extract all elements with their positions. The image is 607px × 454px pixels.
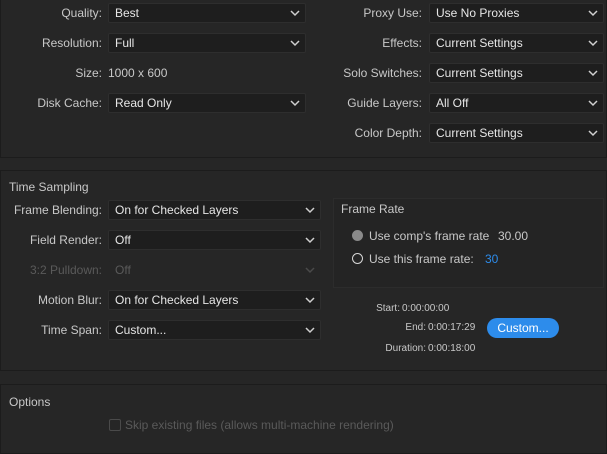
- skip-existing-label: Skip existing files (allows multi-machin…: [125, 418, 394, 432]
- start-label: Start:: [376, 303, 400, 314]
- resolution-dropdown[interactable]: Full: [108, 33, 306, 53]
- motion-blur-dropdown[interactable]: On for Checked Layers: [108, 290, 321, 310]
- pulldown-value: Off: [115, 263, 131, 277]
- guide-layers-value: All Off: [436, 96, 469, 110]
- field-render-label: Field Render:: [29, 233, 102, 247]
- quality-dropdown[interactable]: Best: [108, 3, 306, 23]
- solo-switches-dropdown[interactable]: Current Settings: [429, 63, 604, 83]
- chevron-down-icon: [588, 70, 598, 77]
- field-render-dropdown[interactable]: Off: [108, 230, 321, 250]
- this-frame-rate-radio[interactable]: [352, 253, 363, 264]
- color-depth-value: Current Settings: [436, 126, 523, 140]
- skip-existing-checkbox[interactable]: [109, 419, 121, 431]
- chevron-down-icon: [588, 130, 598, 137]
- proxy-use-label: Proxy Use:: [363, 6, 422, 20]
- guide-layers-label: Guide Layers:: [347, 96, 422, 110]
- size-label: Size:: [75, 66, 102, 80]
- effects-dropdown[interactable]: Current Settings: [429, 33, 604, 53]
- chevron-down-icon: [588, 10, 598, 17]
- disk-cache-label: Disk Cache:: [37, 96, 102, 110]
- motion-blur-value: On for Checked Layers: [115, 293, 239, 307]
- color-depth-label: Color Depth:: [354, 126, 422, 140]
- comp-frame-rate-value: 30.00: [498, 229, 529, 243]
- guide-layers-dropdown[interactable]: All Off: [429, 93, 604, 113]
- field-render-value: Off: [115, 233, 131, 247]
- proxy-use-value: Use No Proxies: [436, 6, 520, 20]
- chevron-down-icon: [290, 10, 300, 17]
- pulldown-label: 3:2 Pulldown:: [29, 263, 102, 277]
- motion-blur-label: Motion Blur:: [37, 293, 102, 307]
- time-span-label: Time Span:: [41, 323, 102, 337]
- resolution-label: Resolution:: [41, 36, 102, 50]
- effects-value: Current Settings: [436, 36, 523, 50]
- proxy-use-dropdown[interactable]: Use No Proxies: [429, 3, 604, 23]
- chevron-down-icon: [290, 100, 300, 107]
- options-title: Options: [9, 395, 51, 409]
- end-label: End:: [405, 322, 426, 333]
- quality-label: Quality:: [61, 6, 102, 20]
- time-sampling-title: Time Sampling: [9, 180, 89, 194]
- chevron-down-icon: [305, 237, 315, 244]
- comp-frame-rate-radio[interactable]: [352, 230, 363, 241]
- duration-value: 0:00:18:00: [428, 343, 476, 354]
- duration-label: Duration:: [385, 343, 426, 354]
- chevron-down-icon: [305, 207, 315, 214]
- time-span-dropdown[interactable]: Custom...: [108, 320, 321, 340]
- chevron-down-icon: [305, 297, 315, 304]
- solo-switches-label: Solo Switches:: [343, 66, 422, 80]
- disk-cache-dropdown[interactable]: Read Only: [108, 93, 306, 113]
- comp-frame-rate-label: Use comp's frame rate: [369, 229, 490, 243]
- resolution-value: Full: [115, 36, 135, 50]
- solo-switches-value: Current Settings: [436, 66, 523, 80]
- start-value: 0:00:00:00: [402, 303, 450, 314]
- this-frame-rate-label: Use this frame rate:: [369, 252, 474, 266]
- chevron-down-icon: [305, 267, 315, 274]
- chevron-down-icon: [588, 100, 598, 107]
- size-value: 1000 x 600: [108, 66, 168, 80]
- chevron-down-icon: [305, 327, 315, 334]
- chevron-down-icon: [290, 40, 300, 47]
- frame-blending-value: On for Checked Layers: [115, 203, 239, 217]
- disk-cache-value: Read Only: [115, 96, 172, 110]
- frame-blending-label: Frame Blending:: [13, 203, 102, 217]
- chevron-down-icon: [588, 40, 598, 47]
- color-depth-dropdown[interactable]: Current Settings: [429, 123, 604, 143]
- end-value: 0:00:17:29: [428, 322, 476, 333]
- pulldown-dropdown: Off: [108, 260, 321, 280]
- effects-label: Effects:: [382, 36, 422, 50]
- quality-value: Best: [115, 6, 140, 20]
- custom-time-span-button[interactable]: Custom...: [487, 318, 559, 338]
- time-span-value: Custom...: [115, 323, 167, 337]
- frame-rate-title: Frame Rate: [341, 202, 405, 216]
- this-frame-rate-input[interactable]: 30: [485, 249, 498, 269]
- frame-blending-dropdown[interactable]: On for Checked Layers: [108, 200, 321, 220]
